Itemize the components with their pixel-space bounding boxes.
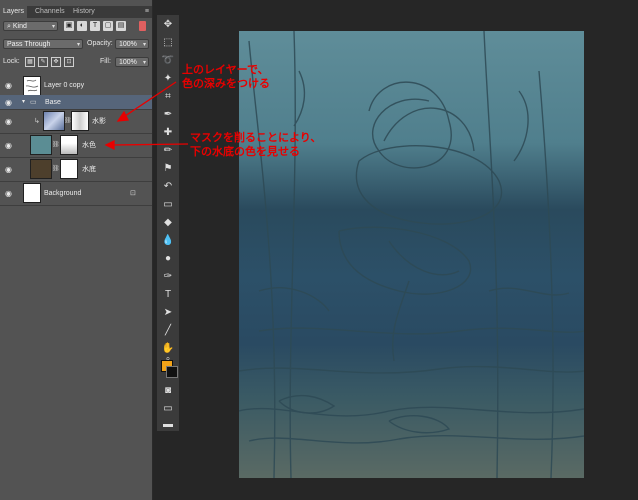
annotation-bottom-line1: マスクを削ることにより、 [190, 132, 322, 144]
annotation-arrows [104, 81, 189, 151]
annotation-bottom-line2: 下の水底の色を見せる [190, 146, 300, 158]
annotation-top-line2: 色の深みをつける [182, 78, 270, 90]
annotation-top-line1: 上のレイヤーで、 [182, 64, 269, 76]
